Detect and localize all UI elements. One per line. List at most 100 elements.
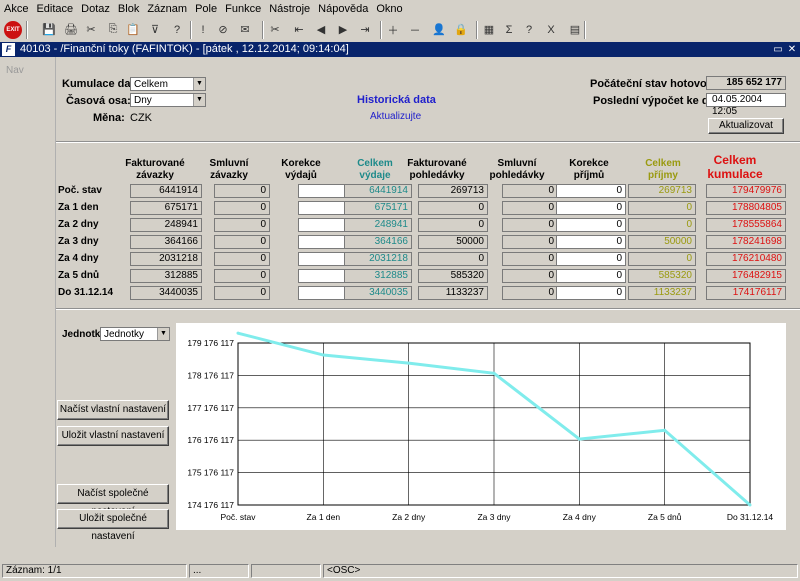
excel-icon[interactable]: X	[542, 21, 560, 38]
table-cell: 0	[628, 201, 696, 215]
toolbar-separator	[380, 21, 382, 39]
nacist-vlastni-nastaveni-button[interactable]: Načíst vlastní nastavení	[57, 400, 169, 420]
table-cell: 269713	[418, 184, 488, 198]
table-cell: 364166	[344, 235, 412, 249]
chevron-down-icon[interactable]: ▼	[157, 328, 169, 340]
nav-label[interactable]: Nav	[6, 65, 24, 76]
casova-osa-label: Časová osa:	[66, 95, 131, 107]
menu-item[interactable]: Pole	[191, 0, 221, 18]
table-cell: 178241698	[706, 235, 786, 249]
kumulace-value: Celkem	[134, 79, 168, 90]
close-icon[interactable]: ✕	[786, 42, 798, 57]
table-cell: 0	[502, 201, 558, 215]
table-cell[interactable]: 0	[556, 184, 626, 198]
restore-icon[interactable]: ▭	[772, 42, 784, 57]
cancel-query-icon[interactable]: ⊘	[214, 21, 232, 38]
table-cell: 0	[418, 252, 488, 266]
first-record-icon[interactable]: ⇤	[290, 21, 308, 38]
row-label: Za 5 dnů	[58, 270, 100, 281]
column-header: Fakturované pohledávky	[392, 158, 482, 182]
status-bar: Záznam: 1/1 ... <OSC>	[0, 547, 800, 581]
column-header-line2: kumulace	[707, 167, 763, 181]
table-cell: 269713	[628, 184, 696, 198]
table-cell: 6441914	[130, 184, 202, 198]
table-cell: 0	[214, 252, 270, 266]
column-header-line2: pohledávky	[409, 170, 465, 181]
paste-icon[interactable]: 📋	[124, 21, 142, 38]
ulozit-vlastni-nastaveni-button[interactable]: Uložit vlastní nastavení	[57, 426, 169, 446]
jednotky-select[interactable]: Jednotky ▼	[100, 327, 170, 341]
print-icon[interactable]: 🖨	[62, 21, 80, 38]
table-cell: 0	[502, 184, 558, 198]
menu-item[interactable]: Dotaz	[77, 0, 114, 18]
table-cell: 0	[214, 218, 270, 232]
column-header-line1: Fakturované	[407, 158, 467, 169]
execute-icon[interactable]: !	[194, 21, 212, 38]
menu-item[interactable]: Editace	[32, 0, 77, 18]
casova-osa-select[interactable]: Dny ▼	[130, 93, 206, 107]
ulozit-spolecne-nastaveni-button[interactable]: Uložit společné nastavení	[57, 509, 169, 542]
table-cell: 179479976	[706, 184, 786, 198]
kumulace-select[interactable]: Celkem ▼	[130, 77, 206, 91]
mail-icon[interactable]: ✉	[236, 21, 254, 38]
menu-item[interactable]: Okno	[372, 0, 406, 18]
pocatecni-stav-value: 185 652 177	[706, 76, 786, 90]
table-cell[interactable]: 0	[556, 269, 626, 283]
historicka-data-label: Historická data	[357, 94, 436, 106]
toolbar-separator	[584, 21, 586, 39]
toolbar-separator	[26, 21, 28, 39]
table-cell: 312885	[344, 269, 412, 283]
table-cell[interactable]: 0	[556, 235, 626, 249]
user-icon[interactable]: 👤	[430, 21, 448, 38]
x-tick-label: Do 31.12.14	[727, 512, 774, 522]
menu-item[interactable]: Blok	[114, 0, 143, 18]
table-cell: 585320	[628, 269, 696, 283]
menu-item[interactable]: Záznam	[143, 0, 191, 18]
column-header-line1: Celkem	[713, 153, 757, 167]
cut-icon[interactable]: ✂	[82, 21, 100, 38]
query-icon[interactable]: ?	[168, 21, 186, 38]
table-cell: 0	[214, 269, 270, 283]
exit-icon[interactable]: EXIT	[4, 21, 22, 39]
table-cell: 0	[502, 286, 558, 300]
copy-icon[interactable]: ⎘	[104, 21, 122, 38]
table-cell[interactable]: 0	[556, 286, 626, 300]
next-record-icon[interactable]: ▶	[334, 21, 352, 38]
chevron-down-icon[interactable]: ▼	[193, 94, 205, 106]
pocatecni-stav-label: Počáteční stav hotovosti:	[590, 78, 724, 90]
help-icon[interactable]: ?	[520, 21, 538, 38]
menu-item[interactable]: Akce	[0, 0, 32, 18]
table-cell[interactable]: 0	[556, 201, 626, 215]
save-icon[interactable]: 💾	[40, 21, 58, 38]
table-cell: 176482915	[706, 269, 786, 283]
aktualizovat-button[interactable]: Aktualizovat	[708, 118, 784, 134]
delete-record-icon[interactable]: －	[406, 21, 424, 38]
table-cell: 50000	[418, 235, 488, 249]
nacist-spolecne-nastaveni-button[interactable]: Načíst společné nastavení	[57, 484, 169, 517]
table-cell: 248941	[130, 218, 202, 232]
filter-icon[interactable]: ⊽	[146, 21, 164, 38]
chevron-down-icon[interactable]: ▼	[193, 78, 205, 90]
prev-record-icon[interactable]: ◀	[312, 21, 330, 38]
chart-area: 179 176 117 178 176 117 177 176 117 176 176…	[176, 323, 786, 530]
menu-item[interactable]: Funkce	[221, 0, 265, 18]
table-cell: 1133237	[628, 286, 696, 300]
menu-item[interactable]: Nápověda	[314, 0, 372, 18]
lock-icon[interactable]: 🔒	[452, 21, 470, 38]
x-tick-label: Za 1 den	[307, 512, 341, 522]
table-icon[interactable]: ▤	[566, 21, 584, 38]
table-cell[interactable]: 0	[556, 252, 626, 266]
row-label: Za 2 dny	[58, 219, 99, 230]
x-tick-label: Za 5 dnů	[648, 512, 682, 522]
last-record-icon[interactable]: ⇥	[356, 21, 374, 38]
calc-icon[interactable]: ▦	[480, 21, 498, 38]
menu-item[interactable]: Nástroje	[265, 0, 314, 18]
table-cell[interactable]: 0	[556, 218, 626, 232]
scissors-icon[interactable]: ✂	[266, 21, 284, 38]
row-label: Do 31.12.14	[58, 287, 114, 298]
x-tick-label: Za 2 dny	[392, 512, 426, 522]
y-tick-label: 174 176 117	[187, 500, 234, 510]
sum-icon[interactable]: Σ	[500, 21, 518, 38]
row-label: Poč. stav	[58, 185, 102, 196]
insert-record-icon[interactable]: ＋	[384, 21, 402, 38]
